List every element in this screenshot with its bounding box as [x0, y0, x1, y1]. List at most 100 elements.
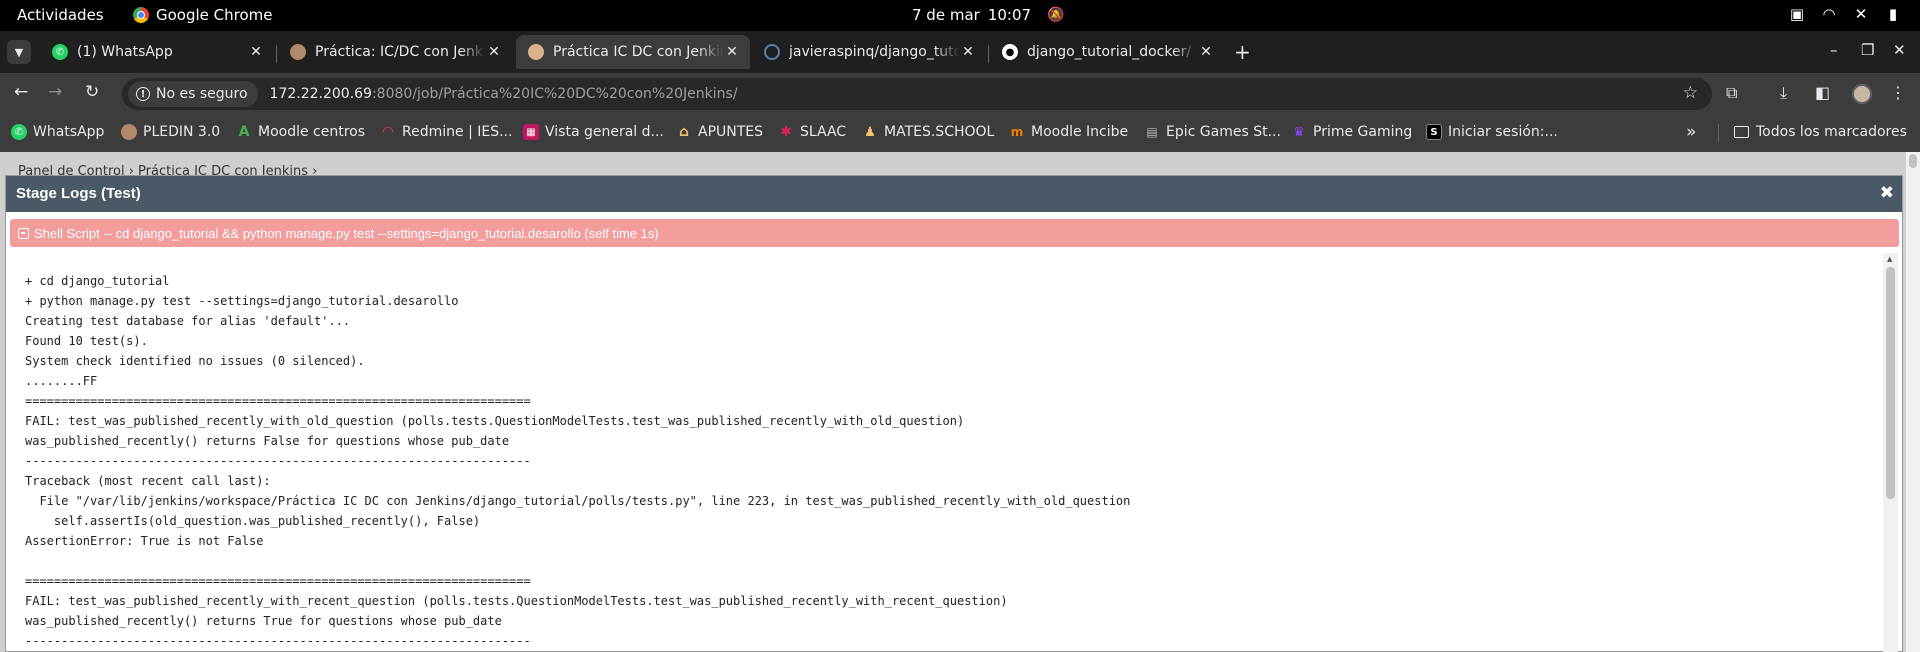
- bookmark-label: WhatsApp: [33, 124, 105, 140]
- tab-whatsapp[interactable]: ✆ (1) WhatsApp ✕: [40, 35, 274, 69]
- clock-time: 10:07: [987, 6, 1032, 24]
- close-icon[interactable]: ✕: [724, 44, 740, 60]
- more-menu-icon[interactable]: ⋮: [1890, 83, 1906, 102]
- log-line: self.assertIs(old_question.was_published…: [25, 514, 481, 528]
- clock[interactable]: 7 de mar 10:07 🔕: [912, 6, 1064, 24]
- activities-button[interactable]: Actividades: [17, 6, 104, 24]
- bookmark-label: Moodle centros: [258, 124, 366, 140]
- chevron-down-icon: ▼: [14, 45, 24, 59]
- modal-header: Stage Logs (Test) ✖: [6, 176, 1902, 212]
- log-line: Traceback (most recent call last):: [25, 474, 271, 488]
- bookmark-vista-general[interactable]: ▦ Vista general d...: [523, 124, 664, 140]
- log-line: ========================================…: [25, 574, 531, 588]
- volume-muted-icon[interactable]: ✕: [1852, 5, 1870, 23]
- tab-title: Práctica IC DC con Jenkins: [553, 44, 724, 60]
- eclipse-icon: [764, 44, 780, 60]
- log-scrollbar-thumb[interactable]: [1886, 267, 1895, 499]
- log-line: ----------------------------------------…: [25, 634, 531, 648]
- bookmark-moodle-centros[interactable]: A Moodle centros: [236, 124, 365, 140]
- bookmark-label: Epic Games St...: [1166, 124, 1281, 140]
- folder-icon: [1734, 126, 1749, 138]
- close-icon[interactable]: ✕: [1198, 44, 1214, 60]
- tab-search-button[interactable]: ▼: [7, 40, 31, 64]
- bookmark-label: Iniciar sesión:...: [1448, 124, 1558, 140]
- scroll-up-icon[interactable]: ▲: [1887, 255, 1892, 263]
- minimize-button[interactable]: –: [1830, 41, 1838, 59]
- page-scrollbar-thumb[interactable]: [1909, 154, 1917, 168]
- tab-title: django_tutorial_docker/: [1027, 44, 1192, 60]
- profile-avatar[interactable]: [1852, 84, 1872, 104]
- close-window-button[interactable]: ✕: [1893, 41, 1906, 59]
- tab-github-docker[interactable]: ● django_tutorial_docker/ ✕: [990, 35, 1224, 69]
- all-bookmarks-button[interactable]: Todos los marcadores: [1734, 124, 1907, 140]
- bookmark-label: Vista general d...: [545, 124, 664, 140]
- close-icon[interactable]: ✕: [248, 44, 264, 60]
- bookmarks-bar: ✆ WhatsApp PLEDIN 3.0 A Moodle centros ◠ Re…: [0, 114, 1920, 152]
- bookmark-slaac[interactable]: ✱ SLAAC: [778, 124, 846, 140]
- tab-title: (1) WhatsApp: [77, 44, 173, 60]
- failed-step-header[interactable]: Shell Script -- cd django_tutorial && py…: [10, 219, 1899, 247]
- log-line: FAIL: test_was_published_recently_with_r…: [25, 594, 1008, 608]
- log-line: + python manage.py test --settings=djang…: [25, 294, 459, 308]
- page-scrollbar[interactable]: [1906, 152, 1920, 652]
- bookmark-prime-gaming[interactable]: ♛ Prime Gaming: [1291, 124, 1412, 140]
- log-line: ========================================…: [25, 394, 531, 408]
- reload-button[interactable]: ↻: [85, 82, 99, 102]
- tab-jenkins-job[interactable]: Práctica IC DC con Jenkins ✕: [516, 35, 750, 69]
- log-line: was_published_recently() returns False f…: [25, 434, 510, 448]
- log-line: AssertionError: True is not False: [25, 534, 264, 548]
- stage-logs-modal: Stage Logs (Test) ✖ Shell Script -- cd d…: [5, 175, 1903, 652]
- bookmark-mates-school[interactable]: ♟ MATES.SCHOOL: [862, 124, 994, 140]
- tab-practica-pledin[interactable]: Práctica: IC/DC con Jenkins ✕: [278, 35, 512, 69]
- system-tray[interactable]: ▣ ◠ ✕ ▮: [1788, 5, 1902, 23]
- close-icon[interactable]: ✕: [960, 44, 976, 60]
- app-menu[interactable]: Google Chrome: [133, 6, 273, 24]
- bookmark-epic-games[interactable]: ▤ Epic Games St...: [1144, 124, 1281, 140]
- bookmark-moodle-incibe[interactable]: m Moodle Incibe: [1009, 124, 1128, 140]
- bookmark-apuntes[interactable]: ⌂ APUNTES: [676, 124, 763, 140]
- bookmark-whatsapp[interactable]: ✆ WhatsApp: [11, 124, 104, 140]
- address-bar[interactable]: ! No es seguro 172.22.200.69:8080/job/Pr…: [122, 78, 1712, 110]
- log-line: FAIL: test_was_published_recently_with_o…: [25, 414, 965, 428]
- bookmark-redmine[interactable]: ◠ Redmine | IES...: [380, 124, 513, 140]
- bookmark-star-icon[interactable]: ☆: [1683, 83, 1698, 103]
- collapse-icon[interactable]: [18, 227, 29, 239]
- epic-icon: ▤: [1146, 125, 1158, 139]
- new-tab-button[interactable]: +: [1234, 40, 1251, 64]
- warning-icon: !: [136, 87, 150, 101]
- log-line: Creating test database for alias 'defaul…: [25, 314, 351, 328]
- clipboard-icon[interactable]: ▣: [1788, 5, 1806, 23]
- tab-title: javieraspinq/django_tuto: [789, 44, 960, 60]
- wifi-icon[interactable]: ◠: [1820, 5, 1838, 23]
- log-line: ----------------------------------------…: [25, 454, 531, 468]
- close-icon[interactable]: ✖: [1880, 183, 1894, 203]
- download-icon[interactable]: ⤓: [1780, 83, 1787, 103]
- clock-date: 7 de mar: [912, 6, 980, 24]
- maximize-button[interactable]: ❐: [1861, 41, 1874, 59]
- bookmark-iniciar-sesion[interactable]: S Iniciar sesión:...: [1426, 124, 1558, 140]
- tab-separator: [988, 45, 989, 63]
- close-icon[interactable]: ✕: [486, 44, 502, 60]
- log-line: ........FF: [25, 374, 98, 388]
- log-scrollbar[interactable]: ▲: [1883, 253, 1898, 652]
- tab-github-javieraspinq[interactable]: javieraspinq/django_tuto ✕: [752, 35, 986, 69]
- chrome-icon: [133, 7, 149, 23]
- whatsapp-icon: ✆: [52, 44, 68, 60]
- back-button[interactable]: ←: [14, 82, 28, 102]
- forward-button[interactable]: →: [48, 82, 62, 102]
- bookmark-label: SLAAC: [800, 124, 847, 140]
- security-chip[interactable]: ! No es seguro: [128, 81, 258, 107]
- browser-toolbar: ← → ↻ ! No es seguro 172.22.200.69:8080/…: [0, 73, 1920, 114]
- side-panel-icon[interactable]: ◧: [1815, 83, 1830, 102]
- bookmark-pledin[interactable]: PLEDIN 3.0: [121, 124, 220, 140]
- slack-icon: ✱: [780, 124, 792, 140]
- log-line: was_published_recently() returns True fo…: [25, 614, 502, 628]
- url-text[interactable]: 172.22.200.69:8080/job/Práctica%20IC%20D…: [270, 86, 738, 102]
- redmine-icon: ◠: [382, 124, 394, 140]
- tab-separator: [276, 45, 277, 63]
- battery-icon[interactable]: ▮: [1884, 5, 1902, 23]
- url-host: 172.22.200.69: [269, 86, 372, 102]
- bookmarks-overflow-button[interactable]: »: [1686, 122, 1696, 142]
- extensions-icon[interactable]: ⧉: [1726, 83, 1737, 103]
